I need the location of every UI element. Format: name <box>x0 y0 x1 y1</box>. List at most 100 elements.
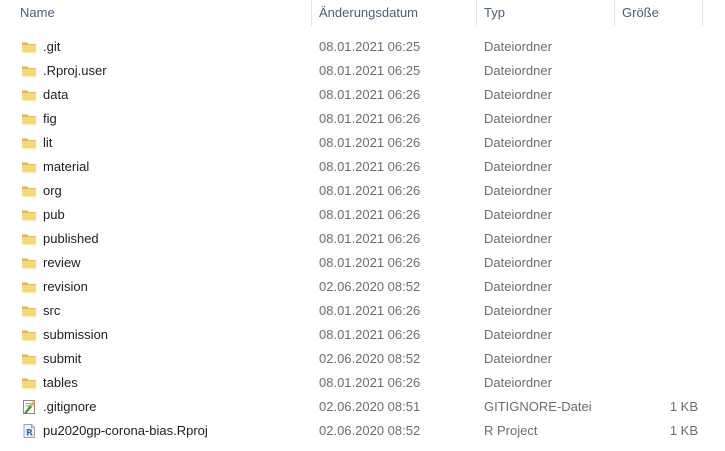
file-size <box>614 275 698 299</box>
file-size <box>614 155 698 179</box>
folder-icon <box>21 351 37 367</box>
folder-icon <box>21 39 37 55</box>
folder-icon <box>21 231 37 247</box>
file-row[interactable]: tables 08.01.2021 06:26 Dateiordner <box>0 371 725 395</box>
file-size <box>614 347 698 371</box>
folder-icon <box>21 375 37 391</box>
file-size <box>614 323 698 347</box>
file-modified-date: 08.01.2021 06:26 <box>319 303 421 318</box>
file-name: revision <box>43 279 88 294</box>
file-modified-date: 08.01.2021 06:26 <box>319 111 421 126</box>
file-row[interactable]: submit 02.06.2020 08:52 Dateiordner <box>0 347 725 371</box>
file-size <box>614 203 698 227</box>
file-size <box>614 179 698 203</box>
folder-icon <box>21 207 37 223</box>
file-modified-date: 08.01.2021 06:26 <box>319 183 421 198</box>
file-row[interactable]: .gitignore 02.06.2020 08:51 GITIGNORE-Date… <box>0 395 725 419</box>
svg-text:R: R <box>26 429 33 439</box>
folder-icon <box>21 303 37 319</box>
file-name: tables <box>43 375 78 390</box>
folder-icon <box>21 135 37 151</box>
file-modified-date: 08.01.2021 06:25 <box>319 39 421 54</box>
folder-icon <box>21 327 37 343</box>
file-modified-date: 08.01.2021 06:26 <box>319 255 421 270</box>
file-row[interactable]: pub 08.01.2021 06:26 Dateiordner <box>0 203 725 227</box>
file-name: pu2020gp-corona-bias.Rproj <box>43 423 208 438</box>
file-row[interactable]: Rpu2020gp-corona-bias.Rproj 02.06.2020 08… <box>0 419 725 443</box>
folder-icon <box>21 111 37 127</box>
file-name: data <box>43 87 69 102</box>
file-name: published <box>43 231 99 246</box>
file-row[interactable]: submission 08.01.2021 06:26 Dateiordner <box>0 323 725 347</box>
file-type: Dateiordner <box>484 87 552 102</box>
folder-icon <box>21 159 37 175</box>
file-type: Dateiordner <box>484 135 552 150</box>
file-size <box>614 299 698 323</box>
file-type: R Project <box>484 423 538 438</box>
file-type: Dateiordner <box>484 351 552 366</box>
folder-icon <box>21 183 37 199</box>
file-size <box>614 35 698 59</box>
file-modified-date: 08.01.2021 06:25 <box>319 63 421 78</box>
file-row[interactable]: .git 08.01.2021 06:25 Dateiordner <box>0 35 725 59</box>
file-modified-date: 08.01.2021 06:26 <box>319 135 421 150</box>
file-type: Dateiordner <box>484 111 552 126</box>
file-size <box>614 83 698 107</box>
file-modified-date: 02.06.2020 08:52 <box>319 423 421 438</box>
file-type: Dateiordner <box>484 207 552 222</box>
file-type: GITIGNORE-Datei <box>484 399 592 414</box>
file-name: pub <box>43 207 65 222</box>
file-type: Dateiordner <box>484 303 552 318</box>
file-row[interactable]: fig 08.01.2021 06:26 Dateiordner <box>0 107 725 131</box>
file-name: submit <box>43 351 82 366</box>
file-type: Dateiordner <box>484 255 552 270</box>
file-size <box>614 59 698 83</box>
file-type: Dateiordner <box>484 159 552 174</box>
column-divider[interactable] <box>702 0 703 26</box>
column-divider[interactable] <box>476 0 477 26</box>
file-size <box>614 227 698 251</box>
file-size: 1 KB <box>669 399 698 414</box>
file-row[interactable]: published 08.01.2021 06:26 Dateiordner <box>0 227 725 251</box>
folder-icon <box>21 63 37 79</box>
column-header-name[interactable]: Name <box>20 0 55 26</box>
file-size <box>614 251 698 275</box>
file-type: Dateiordner <box>484 39 552 54</box>
file-size: 1 KB <box>669 423 698 438</box>
column-header-bar: Name Änderungsdatum Typ Größe <box>0 0 725 26</box>
file-row[interactable]: org 08.01.2021 06:26 Dateiordner <box>0 179 725 203</box>
file-row[interactable]: revision 02.06.2020 08:52 Dateiordner <box>0 275 725 299</box>
file-type: Dateiordner <box>484 63 552 78</box>
column-divider[interactable] <box>311 0 312 26</box>
column-header-date[interactable]: Änderungsdatum <box>319 0 418 26</box>
file-name: src <box>43 303 61 318</box>
column-divider[interactable] <box>614 0 615 26</box>
file-row[interactable]: lit 08.01.2021 06:26 Dateiordner <box>0 131 725 155</box>
folder-icon <box>21 87 37 103</box>
column-header-type[interactable]: Typ <box>484 0 505 26</box>
folder-icon <box>21 255 37 271</box>
column-header-size[interactable]: Größe <box>622 0 659 26</box>
file-size <box>614 107 698 131</box>
file-name: org <box>43 183 62 198</box>
file-name: .Rproj.user <box>43 63 107 78</box>
file-modified-date: 02.06.2020 08:52 <box>319 279 421 294</box>
file-row[interactable]: data 08.01.2021 06:26 Dateiordner <box>0 83 725 107</box>
file-modified-date: 08.01.2021 06:26 <box>319 327 421 342</box>
file-type: Dateiordner <box>484 231 552 246</box>
file-name: .gitignore <box>43 399 97 414</box>
file-row[interactable]: .Rproj.user 08.01.2021 06:25 Dateiordner <box>0 59 725 83</box>
file-row[interactable]: review 08.01.2021 06:26 Dateiordner <box>0 251 725 275</box>
rproject-icon: R <box>21 423 37 439</box>
file-modified-date: 08.01.2021 06:26 <box>319 207 421 222</box>
file-modified-date: 08.01.2021 06:26 <box>319 375 421 390</box>
folder-icon <box>21 279 37 295</box>
file-type: Dateiordner <box>484 327 552 342</box>
file-row[interactable]: src 08.01.2021 06:26 Dateiordner <box>0 299 725 323</box>
file-name: review <box>43 255 81 270</box>
file-row[interactable]: material 08.01.2021 06:26 Dateiordner <box>0 155 725 179</box>
file-modified-date: 02.06.2020 08:51 <box>319 399 421 414</box>
file-name: .git <box>43 39 61 54</box>
file-name: lit <box>43 135 53 150</box>
file-modified-date: 08.01.2021 06:26 <box>319 87 421 102</box>
